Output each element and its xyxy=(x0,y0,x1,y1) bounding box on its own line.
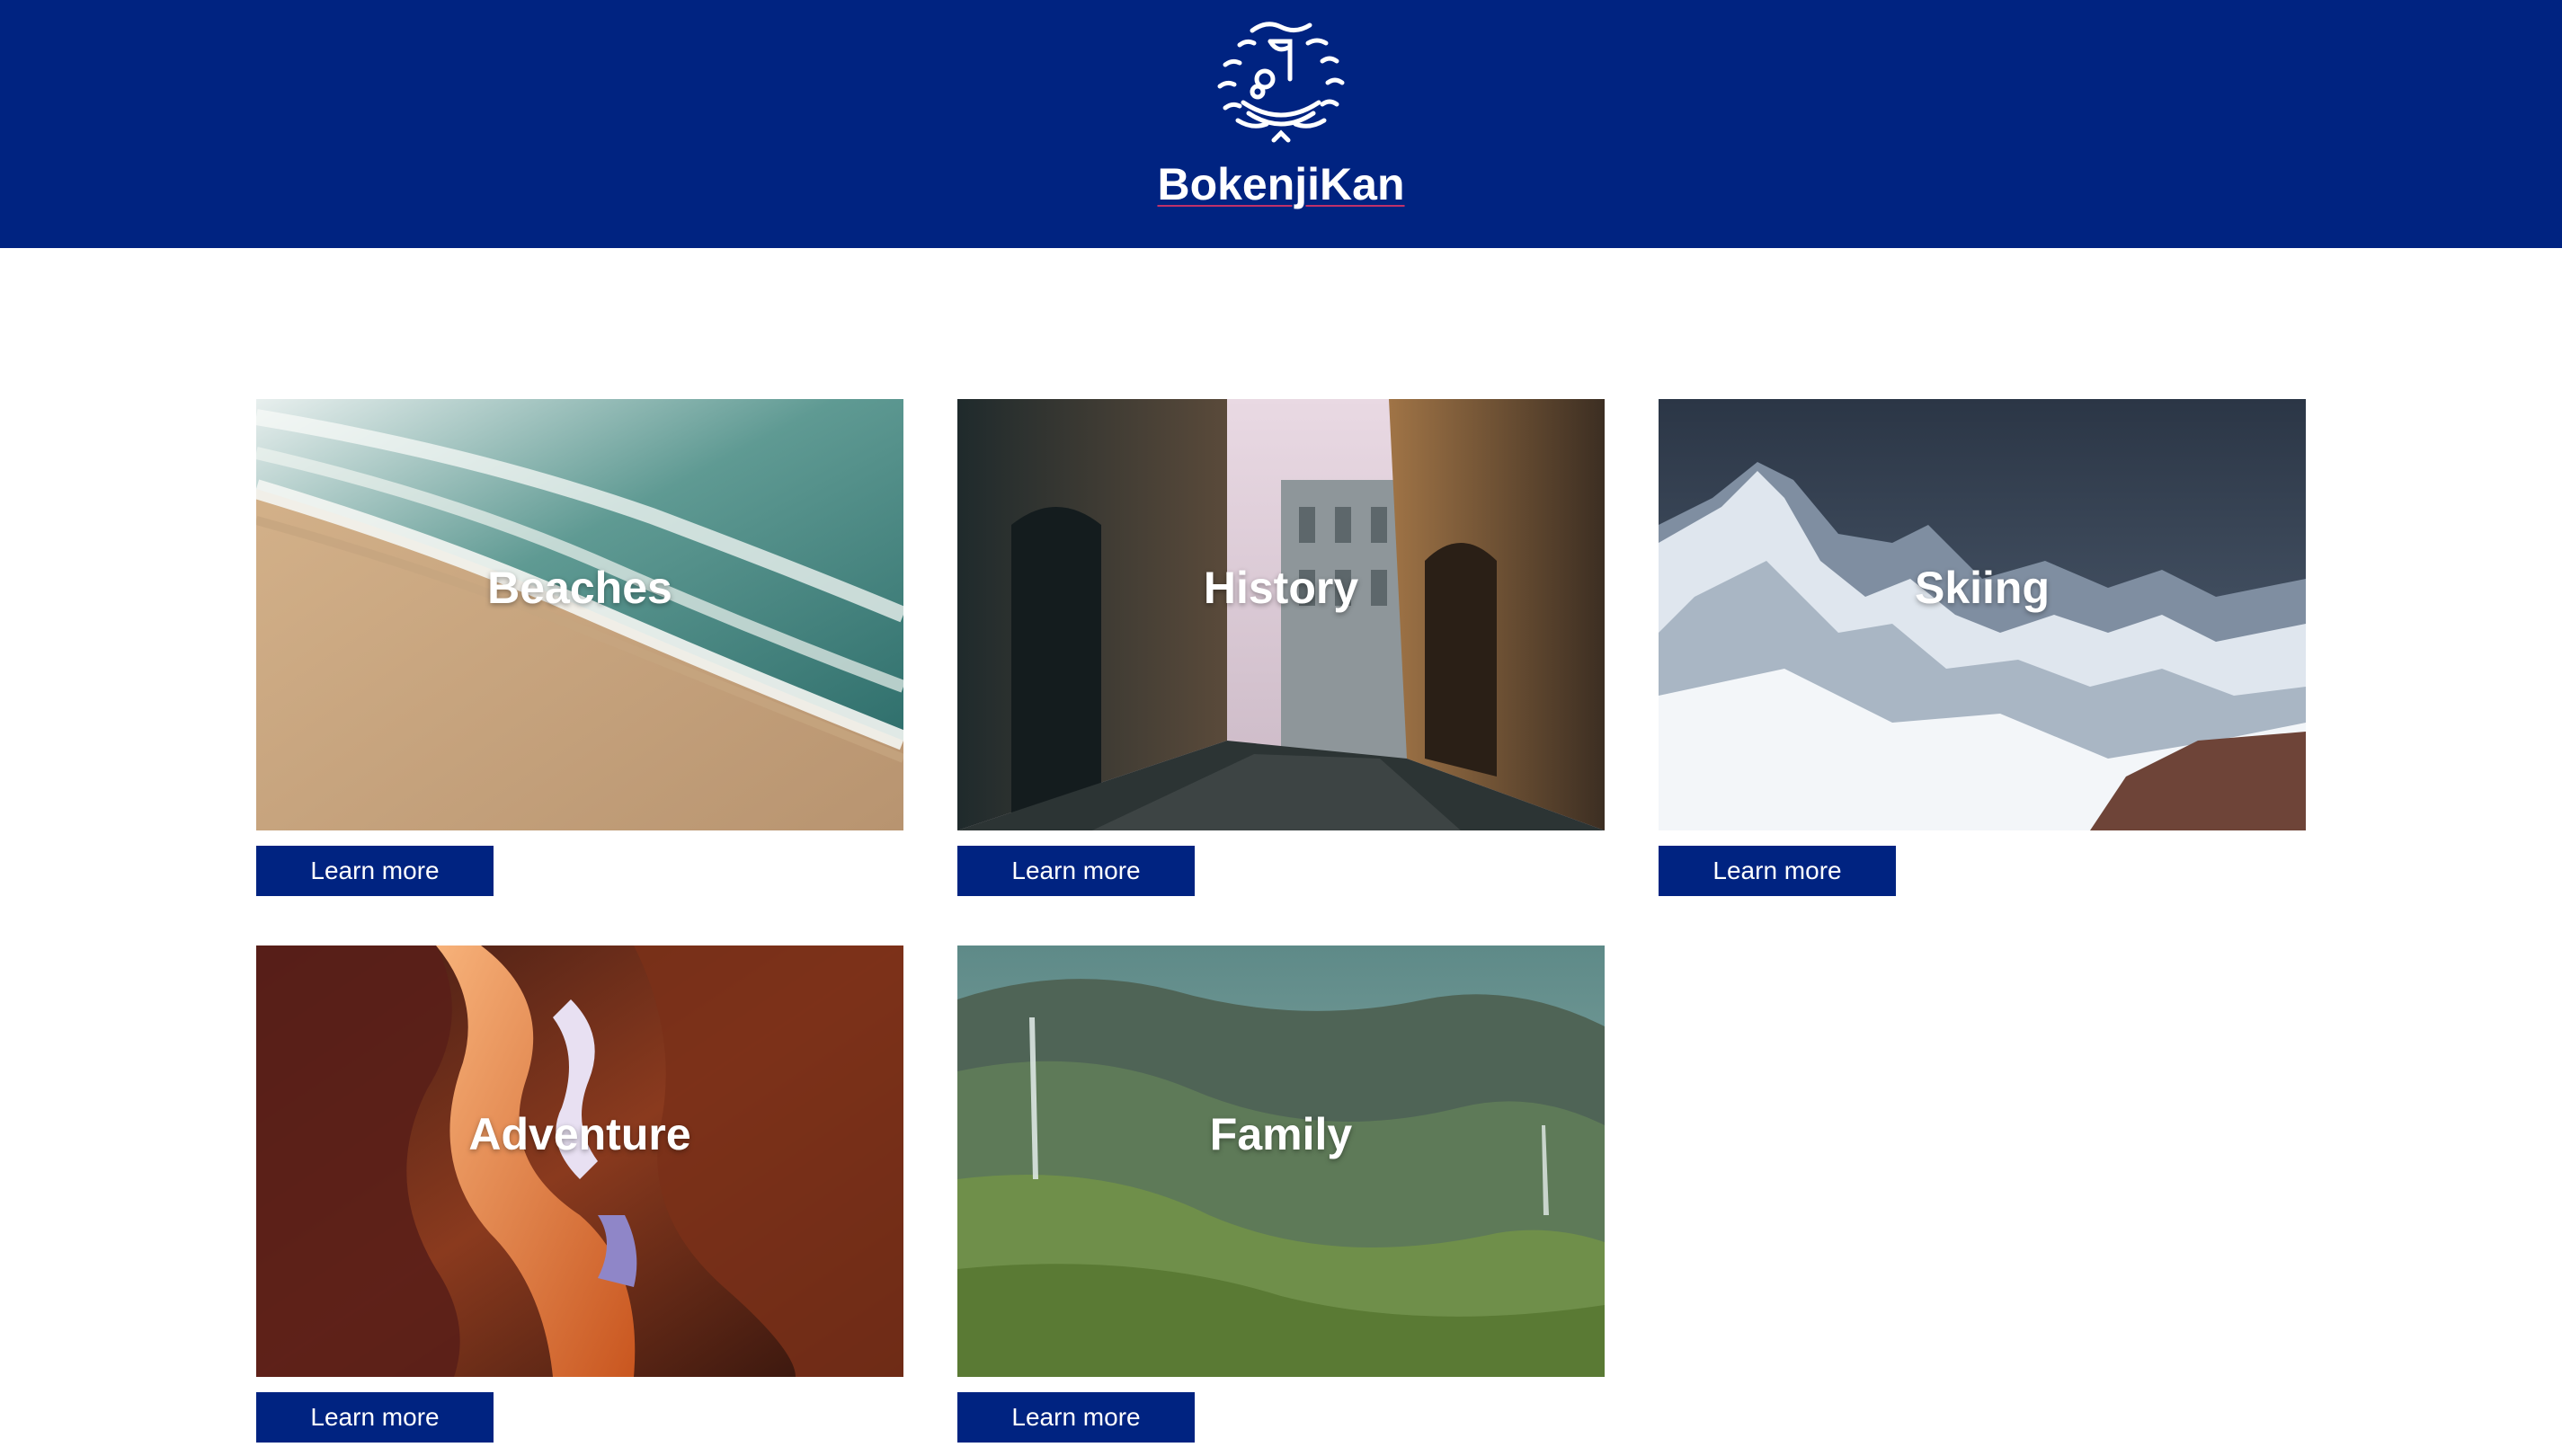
learn-more-button[interactable]: Learn more xyxy=(256,846,494,896)
snowy-mountains-photo[interactable] xyxy=(1659,399,2306,830)
destination-card-family: Family Learn more xyxy=(957,946,1605,1443)
card-title: Family xyxy=(1209,1109,1353,1159)
card-title: Skiing xyxy=(1914,563,2050,613)
beach-waves-photo[interactable] xyxy=(256,399,903,830)
destination-card-adventure: Adventure Learn more xyxy=(256,946,903,1443)
destination-card-beaches: Beaches Learn more xyxy=(256,399,903,896)
learn-more-button[interactable]: Learn more xyxy=(957,1392,1195,1443)
slot-canyon-photo[interactable] xyxy=(256,946,903,1377)
card-title: History xyxy=(1203,563,1359,613)
site-header: BokenjiKan xyxy=(0,0,2562,248)
learn-more-button[interactable]: Learn more xyxy=(957,846,1195,896)
green-valley-photo[interactable] xyxy=(957,946,1605,1377)
boat-sun-waves-icon[interactable] xyxy=(1207,14,1355,151)
card-title: Beaches xyxy=(487,563,672,613)
old-town-street-photo[interactable] xyxy=(957,399,1605,830)
card-title: Adventure xyxy=(468,1109,691,1159)
brand-name[interactable]: BokenjiKan xyxy=(0,157,2562,211)
learn-more-button[interactable]: Learn more xyxy=(1659,846,1896,896)
destination-card-history: History Learn more xyxy=(957,399,1605,896)
destination-card-skiing: Skiing Learn more xyxy=(1659,399,2306,896)
learn-more-button[interactable]: Learn more xyxy=(256,1392,494,1443)
